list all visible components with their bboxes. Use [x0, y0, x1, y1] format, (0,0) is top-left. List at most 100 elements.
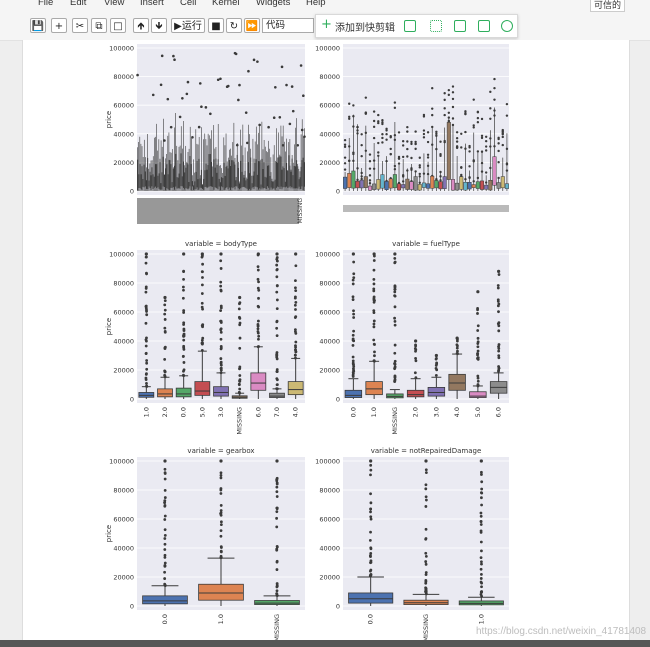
box — [409, 181, 414, 190]
menu-cell[interactable]: Cell — [180, 0, 196, 8]
outlier-point — [464, 130, 467, 134]
y-tick-label: 20000 — [319, 574, 340, 582]
outlier-point — [476, 329, 480, 332]
box — [143, 164, 145, 188]
save-button[interactable]: 💾 — [30, 18, 46, 33]
outlier-point — [219, 471, 223, 475]
plus-icon[interactable]: + — [321, 17, 332, 32]
insert-cell-button[interactable]: + — [51, 18, 67, 33]
outlier-point — [493, 98, 496, 101]
move-up-button[interactable]: 🡹 — [133, 18, 149, 33]
outlier-point — [397, 155, 401, 159]
outlier-point — [219, 252, 223, 256]
y-tick-label: 20000 — [319, 367, 340, 375]
outlier-point — [238, 374, 242, 377]
outlier-point — [476, 120, 480, 124]
box — [167, 174, 169, 190]
box-2.0 — [157, 388, 173, 398]
outlier-point — [278, 115, 282, 119]
outlier-point — [219, 513, 223, 517]
outlier-point — [182, 321, 186, 325]
box — [169, 160, 171, 191]
box — [208, 154, 210, 187]
menu-help[interactable]: Help — [306, 0, 326, 8]
outlier-point — [280, 65, 284, 69]
outlier-point — [414, 356, 417, 360]
box — [246, 178, 248, 189]
settings-gear-icon[interactable] — [501, 20, 513, 32]
paste-icon: □ — [113, 21, 123, 32]
outlier-point — [216, 78, 220, 82]
outlier-point — [497, 329, 501, 333]
scissors-icon: ✂ — [75, 21, 85, 32]
clip-add-label[interactable]: 添加到快剪辑 — [335, 19, 395, 34]
paste-button[interactable]: □ — [110, 18, 126, 33]
box — [261, 158, 263, 188]
menu-view[interactable]: View — [104, 0, 124, 8]
outlier-point — [144, 261, 148, 265]
outlier-point — [275, 516, 279, 520]
outlier-point — [256, 331, 260, 335]
cut-button[interactable]: ✂ — [72, 18, 88, 33]
outlier-point — [505, 102, 509, 106]
stop-icon: ■ — [211, 21, 221, 32]
outlier-point — [368, 153, 372, 156]
menu-kernel[interactable]: Kernel — [212, 0, 239, 8]
x-tick-label: MISSING — [297, 198, 304, 224]
outlier-point — [182, 288, 185, 292]
outlier-point — [257, 305, 261, 309]
outlier-point — [455, 336, 459, 340]
box — [265, 177, 267, 190]
outlier-point — [219, 554, 223, 558]
outlier-point — [219, 504, 223, 507]
menu-widgets[interactable]: Widgets — [256, 0, 290, 8]
outlier-point — [479, 556, 483, 560]
box — [247, 162, 249, 191]
expand-icon[interactable] — [430, 20, 442, 32]
outlier-point — [275, 482, 279, 486]
copy-button[interactable]: ⧉ — [91, 18, 107, 33]
box — [260, 184, 262, 190]
outlier-point — [443, 107, 446, 110]
outlier-point — [163, 299, 167, 302]
y-tick-label: 0 — [336, 603, 340, 611]
outlier-point — [275, 290, 279, 294]
box — [484, 184, 489, 190]
outlier-point — [178, 115, 182, 119]
outlier-point — [219, 327, 223, 331]
save-clip-icon[interactable] — [454, 20, 466, 32]
outlier-point — [303, 135, 306, 138]
outlier-point — [145, 367, 149, 371]
box — [252, 175, 254, 188]
run-button[interactable]: ▶运行 — [171, 18, 205, 33]
menu-file[interactable]: File — [38, 0, 53, 8]
outlier-point — [163, 518, 167, 521]
screenshot-icon[interactable] — [404, 20, 416, 32]
trusted-badge[interactable]: 可信的 — [590, 0, 626, 12]
menu-edit[interactable]: Edit — [70, 0, 86, 8]
box — [347, 173, 352, 188]
box — [203, 178, 205, 190]
outlier-point — [418, 166, 421, 169]
cell-type-select[interactable]: 代码 — [262, 18, 314, 33]
outlier-point — [219, 77, 222, 81]
restart-button[interactable]: ↻ — [226, 18, 242, 33]
outlier-point — [496, 298, 500, 302]
move-down-button[interactable]: 🡻 — [151, 18, 167, 33]
interrupt-button[interactable]: ■ — [208, 18, 224, 33]
box — [275, 161, 277, 188]
outlier-point — [497, 161, 500, 164]
outlier-point — [476, 349, 480, 353]
outlier-point — [145, 381, 148, 385]
y-tick-label: 20000 — [113, 367, 134, 375]
outlier-point — [480, 496, 483, 500]
plot-background — [343, 250, 509, 403]
share-icon[interactable] — [478, 20, 490, 32]
box — [195, 171, 197, 190]
outlier-point — [294, 286, 297, 290]
menu-insert[interactable]: Insert — [140, 0, 164, 8]
restart-run-all-button[interactable]: ⏩ — [244, 18, 260, 33]
box-1.0 — [138, 392, 155, 398]
box — [300, 166, 302, 189]
outlier-point — [275, 326, 279, 330]
